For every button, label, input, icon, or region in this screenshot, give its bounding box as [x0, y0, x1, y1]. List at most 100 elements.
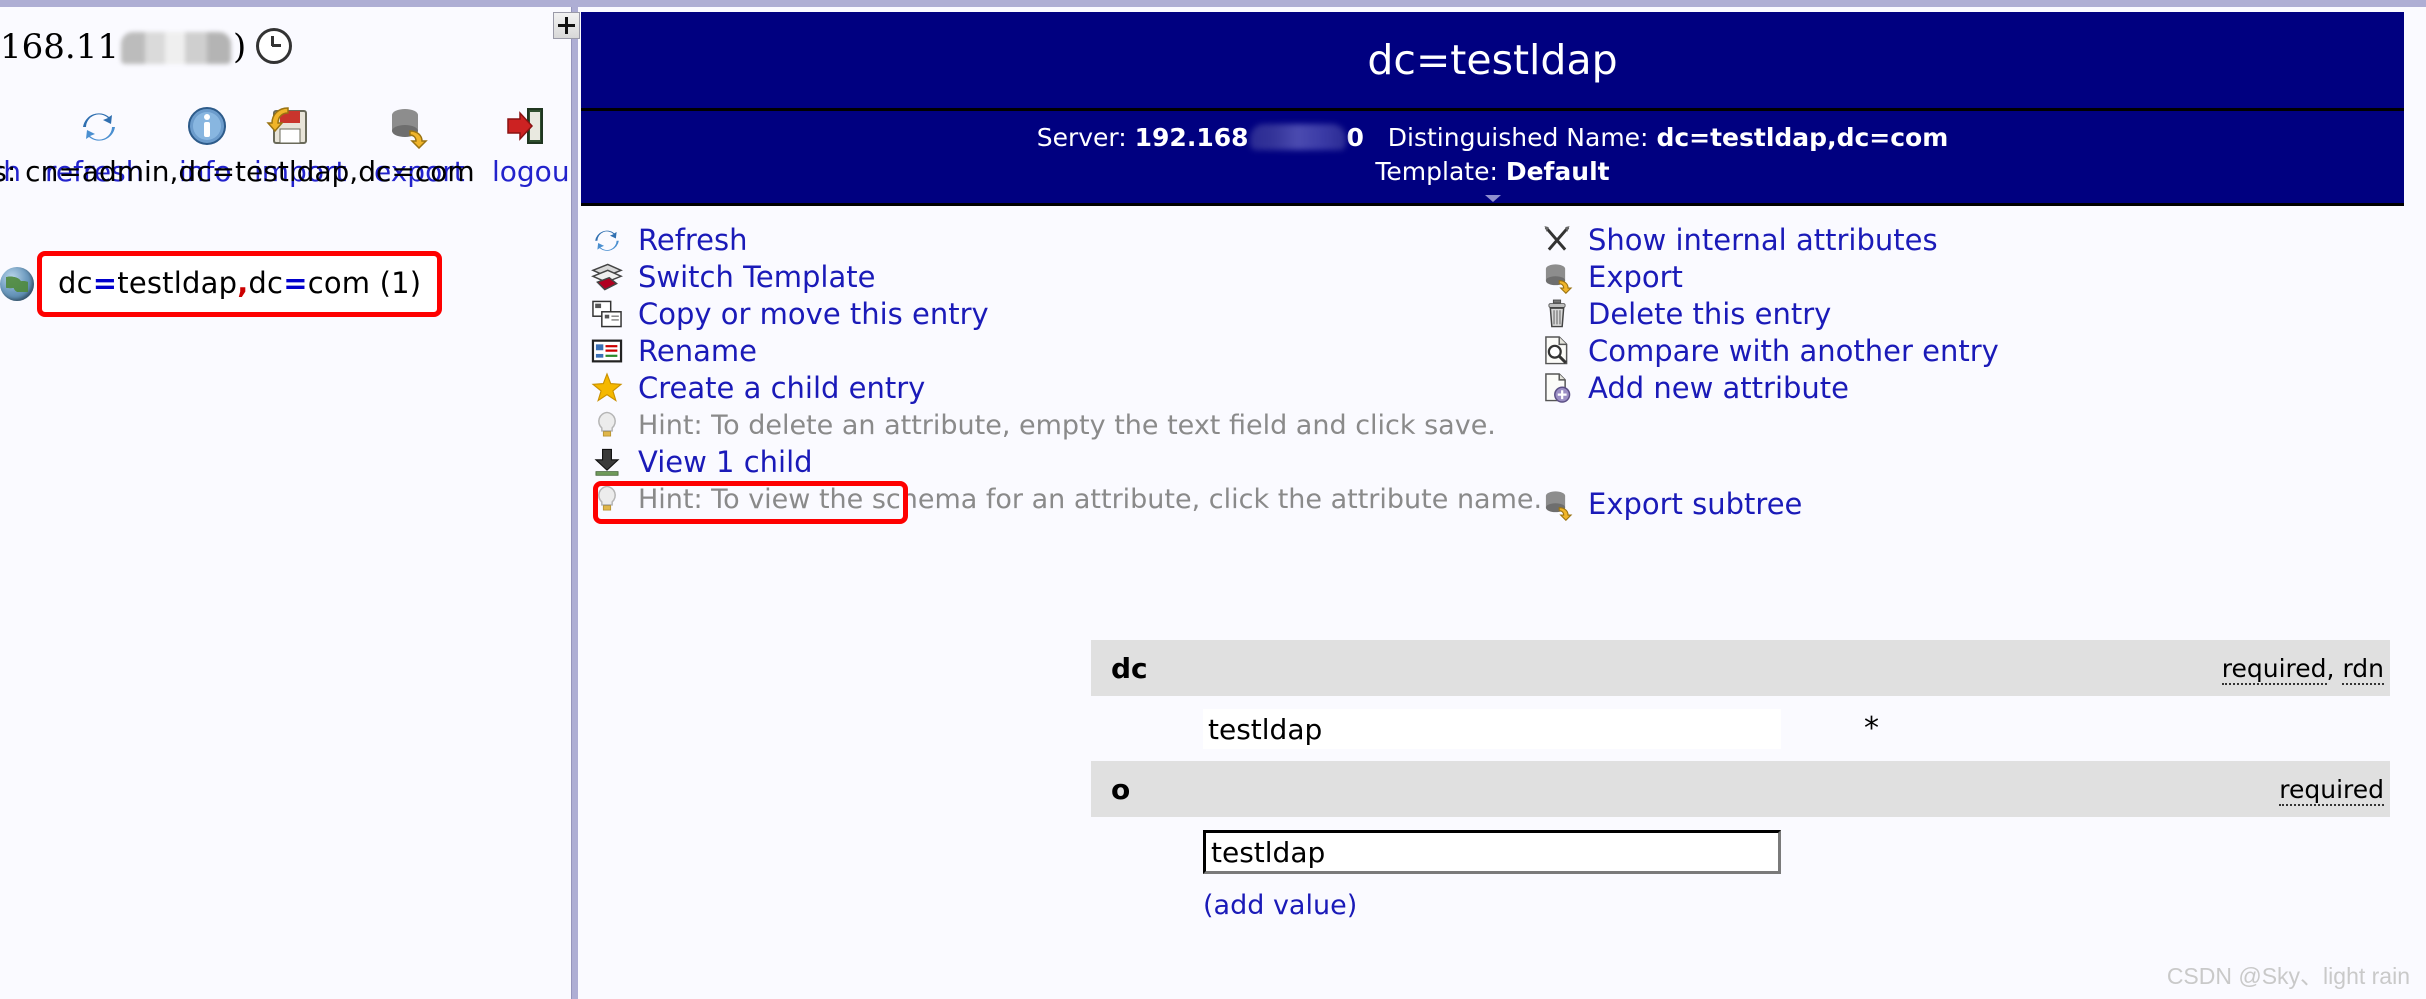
export-icon: [1540, 487, 1574, 522]
tree-node-dc2: dc: [248, 266, 284, 300]
attribute-input-dc[interactable]: [1203, 709, 1781, 749]
attribute-flag-required-o[interactable]: required: [2279, 774, 2384, 806]
attribute-body-o: (add value): [1091, 817, 2390, 921]
sidebar-panel: 168.11) h refresh info import export log…: [0, 7, 570, 999]
refresh-icon: [590, 223, 624, 257]
info-icon[interactable]: [184, 103, 230, 149]
tree-node-eq1: =: [92, 266, 118, 300]
export-icon[interactable]: [384, 103, 430, 150]
download-icon: [590, 445, 624, 479]
dn-label: Distinguished Name:: [1387, 123, 1649, 152]
tree-node-comma: ,: [237, 266, 249, 300]
redacted-ip-block-header: [1249, 124, 1346, 150]
lightbulb-icon: [590, 408, 624, 442]
clock-icon: [256, 28, 293, 64]
sidebar-server-line: 168.11): [0, 27, 293, 67]
import-icon[interactable]: [266, 103, 312, 149]
main-panel: dc=testldap Server: 192.168 0 Distinguish…: [578, 7, 2426, 999]
export-icon: [1540, 260, 1574, 295]
compare-icon: [1540, 334, 1574, 368]
attribute-block-o: o required (add value): [1091, 761, 2390, 921]
action-create-child-entry[interactable]: Create a child entry: [590, 370, 1470, 406]
attribute-header-dc: dc required, rdn: [1091, 640, 2390, 696]
rename-icon: [590, 334, 624, 368]
entry-header-info: Server: 192.168 0 Distinguished Name: dc=…: [581, 111, 2404, 203]
refresh-icon[interactable]: [76, 103, 122, 149]
star-icon: [590, 371, 624, 405]
redacted-ip-block: [120, 32, 231, 64]
action-label-copy-or-move[interactable]: Copy or move this entry: [638, 297, 989, 331]
action-add-new-attribute[interactable]: Add new attribute: [1540, 370, 2420, 406]
globe-icon: [0, 267, 34, 301]
action-label-export[interactable]: Export: [1588, 260, 1683, 294]
action-show-internal-attributes[interactable]: Show internal attributes: [1540, 222, 2420, 258]
action-label-switch-template[interactable]: Switch Template: [638, 260, 875, 294]
sidebar-server-ip-prefix: 168.11: [0, 27, 119, 67]
dn-value: dc=testldap,dc=com: [1656, 123, 1949, 152]
action-view-children[interactable]: View 1 child: [590, 444, 1470, 480]
search-icon[interactable]: [0, 103, 2, 149]
copy-icon: [590, 297, 624, 331]
attribute-sublink-o: (add value): [1091, 890, 2390, 921]
entry-header-line1: Server: 192.168 0 Distinguished Name: dc=…: [581, 121, 2404, 155]
server-value-suffix: 0: [1346, 123, 1364, 152]
actions-column-left: Refresh Switch Template Copy or move thi…: [590, 222, 1542, 524]
template-icon: [590, 260, 624, 294]
attribute-flag-required[interactable]: required: [2221, 653, 2327, 685]
tree-node-value1: testldap: [117, 266, 238, 300]
server-value-prefix: 192.168: [1134, 123, 1249, 152]
action-compare-entry[interactable]: Compare with another entry: [1540, 333, 2420, 369]
lightbulb-icon: [590, 482, 624, 516]
action-label-add-new-attribute[interactable]: Add new attribute: [1588, 371, 1849, 405]
header-collapse-toggle[interactable]: [1469, 194, 1517, 204]
logout-icon[interactable]: [502, 103, 548, 149]
template-value: Default: [1505, 157, 1610, 186]
tree-node-dc1: dc: [58, 266, 93, 300]
action-copy-or-move[interactable]: Copy or move this entry: [590, 296, 1470, 332]
tree-node-eq2: =: [283, 266, 308, 300]
window-top-border: [0, 0, 2426, 7]
add-value-link[interactable]: add value: [1214, 890, 1347, 921]
action-label-rename[interactable]: Rename: [638, 334, 757, 368]
add-attribute-icon: [1540, 371, 1574, 405]
action-refresh[interactable]: Refresh: [590, 222, 1470, 258]
template-label: Template:: [1375, 157, 1498, 186]
ldap-tree-root-row[interactable]: dc=testldap,dc=com (1): [0, 251, 443, 317]
hint-label-delete-attribute: Hint: To delete an attribute, empty the …: [638, 409, 1496, 441]
action-label-create-child-entry[interactable]: Create a child entry: [638, 371, 925, 405]
attribute-flag-rdn[interactable]: rdn: [2342, 653, 2384, 685]
trash-icon: [1540, 297, 1574, 331]
attribute-value-row-dc: *: [1091, 709, 2390, 749]
action-export-subtree[interactable]: Export subtree: [1540, 486, 2420, 522]
action-label-compare-entry[interactable]: Compare with another entry: [1588, 334, 1999, 368]
hint-delete-attribute: Hint: To delete an attribute, empty the …: [590, 407, 1496, 443]
attribute-input-o[interactable]: [1203, 830, 1781, 874]
entry-header: dc=testldap Server: 192.168 0 Distinguish…: [581, 12, 2404, 206]
action-switch-template[interactable]: Switch Template: [590, 259, 1470, 295]
attribute-name-dc[interactable]: dc: [1111, 652, 1148, 685]
action-label-view-children[interactable]: View 1 child: [638, 445, 813, 479]
sidebar-expand-button[interactable]: [553, 12, 580, 39]
tree-node-highlight-box[interactable]: dc=testldap,dc=com (1): [37, 251, 443, 317]
logged-in-as-text: d in as: cn=admin,dc=testldap,dc=com: [0, 155, 475, 188]
action-export[interactable]: Export: [1540, 259, 2420, 295]
attribute-name-o[interactable]: o: [1111, 773, 1130, 806]
tree-node-value2: com (1): [307, 266, 422, 300]
watermark: CSDN @Sky、light rain: [2166, 963, 2410, 989]
hint-view-schema: Hint: To view the schema for an attribut…: [590, 481, 1542, 517]
page-title: dc=testldap: [581, 12, 2404, 111]
action-label-refresh[interactable]: Refresh: [638, 223, 748, 257]
paren-close-o: ): [1346, 890, 1358, 921]
action-delete-entry[interactable]: Delete this entry: [1540, 296, 2420, 332]
attribute-flags-o: required: [2279, 774, 2384, 806]
action-rename[interactable]: Rename: [590, 333, 1470, 369]
toolbar-label-logout[interactable]: logout: [492, 155, 570, 188]
entry-header-line2: Template: Default: [581, 155, 2404, 189]
action-label-show-internal-attributes[interactable]: Show internal attributes: [1588, 223, 1938, 257]
action-label-export-subtree[interactable]: Export subtree: [1588, 487, 1802, 521]
hint-label-view-schema: Hint: To view the schema for an attribut…: [638, 483, 1543, 515]
server-label: Server:: [1036, 123, 1127, 152]
paren-open-o: (: [1203, 890, 1214, 921]
attribute-header-o: o required: [1091, 761, 2390, 817]
action-label-delete-entry[interactable]: Delete this entry: [1588, 297, 1831, 331]
